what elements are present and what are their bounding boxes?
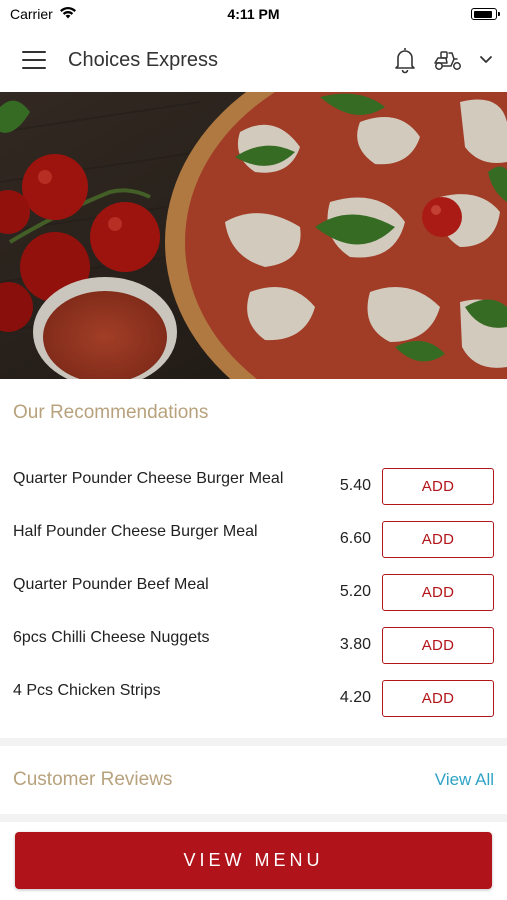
section-divider <box>0 814 507 822</box>
add-button[interactable]: ADD <box>382 574 494 611</box>
item-price: 3.80 <box>339 636 371 653</box>
list-item: Quarter Pounder Cheese Burger Meal 5.40 … <box>0 466 507 519</box>
reviews-title: Customer Reviews <box>13 769 173 790</box>
wifi-icon <box>59 6 77 22</box>
scooter-icon[interactable] <box>433 49 463 71</box>
add-button[interactable]: ADD <box>382 468 494 505</box>
status-bar: Carrier 4:11 PM <box>0 0 507 28</box>
carrier-label: Carrier <box>10 6 53 22</box>
add-button[interactable]: ADD <box>382 521 494 558</box>
bell-icon[interactable] <box>393 46 417 74</box>
page-title: Choices Express <box>68 48 219 71</box>
view-menu-button[interactable]: VIEW MENU <box>15 832 492 889</box>
item-name: Quarter Pounder Beef Meal <box>13 576 209 593</box>
list-item: Half Pounder Cheese Burger Meal 6.60 ADD <box>0 519 507 572</box>
item-name: 4 Pcs Chicken Strips <box>13 682 161 699</box>
battery-level <box>473 10 492 18</box>
item-name: 6pcs Chilli Cheese Nuggets <box>13 629 210 646</box>
list-item: 6pcs Chilli Cheese Nuggets 3.80 ADD <box>0 625 507 678</box>
item-price: 6.60 <box>339 530 371 547</box>
view-all-link[interactable]: View All <box>435 770 494 790</box>
reviews-header: Customer Reviews View All <box>0 746 507 814</box>
recommendations-list: Quarter Pounder Cheese Burger Meal 5.40 … <box>0 466 507 731</box>
battery-icon <box>471 8 500 20</box>
item-price: 5.40 <box>339 477 371 494</box>
section-divider <box>0 738 507 746</box>
status-left: Carrier <box>10 6 77 22</box>
item-price: 5.20 <box>339 583 371 600</box>
hero-image <box>0 92 507 379</box>
item-price: 4.20 <box>339 689 371 706</box>
add-button[interactable]: ADD <box>382 680 494 717</box>
list-item: 4 Pcs Chicken Strips 4.20 ADD <box>0 678 507 731</box>
app-header: Choices Express <box>0 28 507 92</box>
recommendations-title: Our Recommendations <box>13 402 209 423</box>
list-item: Quarter Pounder Beef Meal 5.20 ADD <box>0 572 507 625</box>
header-actions <box>393 46 493 74</box>
item-name: Half Pounder Cheese Burger Meal <box>13 523 258 540</box>
chevron-down-icon[interactable] <box>479 55 493 65</box>
item-name: Quarter Pounder Cheese Burger Meal <box>13 470 284 487</box>
hamburger-menu-icon[interactable] <box>22 51 46 69</box>
add-button[interactable]: ADD <box>382 627 494 664</box>
